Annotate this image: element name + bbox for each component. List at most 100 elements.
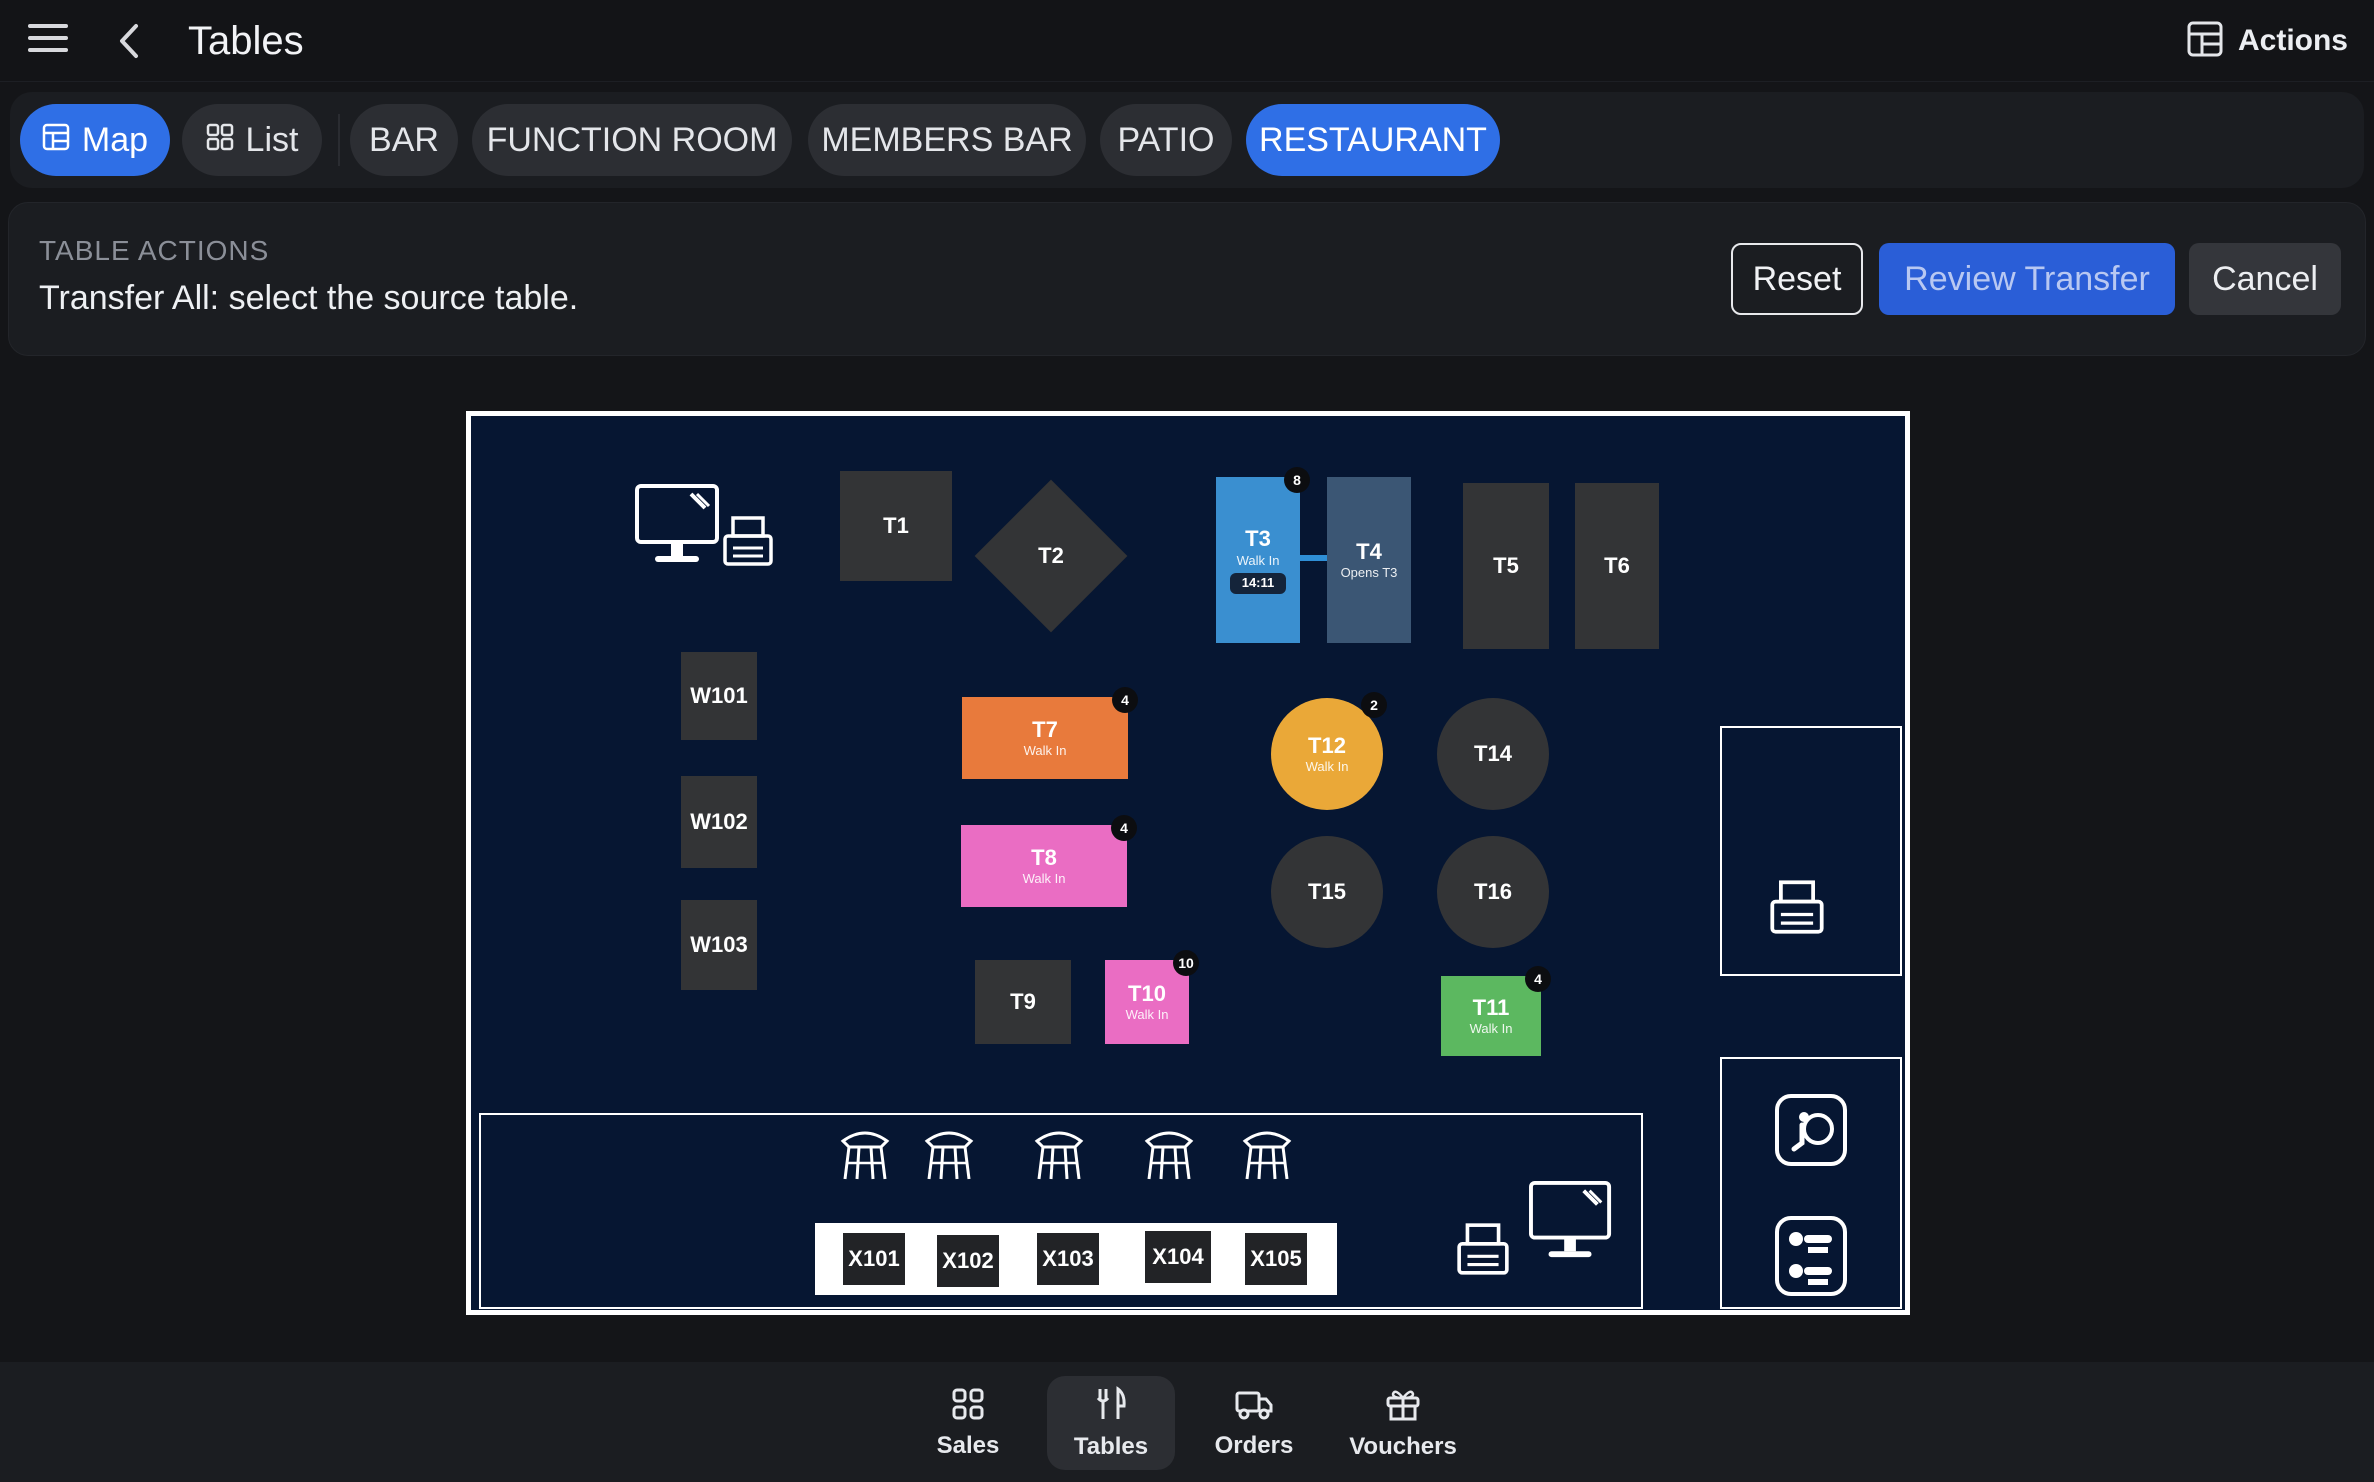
table-label: T14 [1474,741,1512,767]
area-tab-strip: Map List BAR FUNCTION ROOM MEMBERS BAR P… [10,92,2364,188]
table-W102[interactable]: W102 [681,776,757,868]
table-label: T15 [1308,879,1346,905]
table-actions-message: Transfer All: select the source table. [39,279,579,317]
table-link-connector [1300,555,1328,561]
table-label: W101 [690,683,748,709]
stool-icon [1141,1127,1197,1188]
nav-label: Sales [936,1431,1000,1459]
guest-count-badge: 8 [1284,467,1310,493]
table-T7[interactable]: T7 Walk In 4 [962,687,1138,779]
table-label: X101 [848,1246,900,1272]
cutlery-icon [1094,1385,1128,1427]
table-T1[interactable]: T1 [840,471,952,581]
table-X104[interactable]: X104 [1145,1231,1211,1283]
menu-icon[interactable] [28,24,68,58]
table-label: T1 [883,513,909,539]
table-label: T6 [1604,553,1630,579]
table-status: Walk In [1236,552,1280,568]
nav-sales[interactable]: Sales [904,1376,1032,1470]
printer-icon [1768,878,1826,941]
tab-restaurant[interactable]: RESTAURANT [1246,104,1500,176]
tab-function-room[interactable]: FUNCTION ROOM [472,104,792,176]
table-T15[interactable]: T15 [1271,836,1383,948]
map-icon [42,121,70,160]
table-T3[interactable]: T3 Walk In 14:11 8 [1216,467,1310,643]
delivery-truck-icon [1234,1387,1274,1426]
table-X105[interactable]: X105 [1245,1233,1307,1285]
table-label: T4 [1356,538,1382,564]
tab-members-bar[interactable]: MEMBERS BAR [808,104,1086,176]
table-label: T2 [1038,543,1064,568]
table-T10[interactable]: T10 Walk In 10 [1105,950,1199,1044]
tab-map[interactable]: Map [20,104,170,176]
table-T6[interactable]: T6 [1575,483,1659,649]
accessibility-icon [1774,1093,1848,1172]
restroom-icon [1774,1215,1848,1302]
table-X103[interactable]: X103 [1037,1233,1099,1285]
guest-count-badge: 2 [1361,692,1387,718]
table-W103[interactable]: W103 [681,900,757,990]
table-label: T8 [1031,844,1057,870]
table-T4[interactable]: T4 Opens T3 [1327,477,1411,643]
service-zone [1720,726,1902,976]
tab-bar[interactable]: BAR [350,104,458,176]
table-T5[interactable]: T5 [1463,483,1549,649]
printer-icon [1455,1221,1511,1282]
bar-zone: X101 X102 X103 X104 X105 [479,1113,1643,1309]
table-T12[interactable]: T12 Walk In 2 [1271,692,1387,810]
nav-tables[interactable]: Tables [1047,1376,1175,1470]
guest-count-badge: 4 [1525,966,1551,992]
table-label: T9 [1010,989,1036,1015]
grid-icon [206,121,234,160]
table-X102[interactable]: X102 [937,1235,999,1287]
table-label: X103 [1042,1246,1094,1272]
computer-icon [633,482,725,573]
table-label: X105 [1250,1246,1302,1272]
bottom-navigation: Sales Tables Orders Vouchers [0,1362,2374,1482]
nav-orders[interactable]: Orders [1190,1376,1318,1470]
reset-button[interactable]: Reset [1731,243,1863,315]
cancel-button[interactable]: Cancel [2189,243,2341,315]
tab-list[interactable]: List [182,104,322,176]
tab-patio[interactable]: PATIO [1100,104,1232,176]
guest-count-badge: 4 [1112,687,1138,713]
nav-vouchers[interactable]: Vouchers [1338,1376,1468,1470]
layout-icon [2186,20,2224,63]
tab-divider [338,114,340,166]
table-status: Walk In [1125,1007,1169,1023]
table-status: Walk In [1022,871,1066,887]
table-label: T12 [1308,732,1346,758]
table-status: Walk In [1023,743,1067,759]
table-T14[interactable]: T14 [1437,698,1549,810]
stool-icon [921,1127,977,1188]
actions-label: Actions [2237,24,2348,57]
table-X101[interactable]: X101 [843,1233,905,1285]
review-transfer-button[interactable]: Review Transfer [1879,243,2175,315]
nav-label: Vouchers [1349,1432,1457,1460]
table-label: T10 [1128,980,1166,1006]
table-status: Walk In [1469,1021,1513,1037]
actions-button[interactable]: Actions [2186,18,2348,64]
table-T16[interactable]: T16 [1437,836,1549,948]
table-W101[interactable]: W101 [681,652,757,740]
back-chevron-icon[interactable] [112,20,148,62]
table-label: T7 [1032,716,1058,742]
bar-counter: X101 X102 X103 X104 X105 [815,1223,1337,1295]
table-T11[interactable]: T11 Walk In 4 [1441,966,1551,1056]
stool-icon [1031,1127,1087,1188]
top-bar: Tables Actions [0,0,2374,82]
grid-icon [951,1387,985,1426]
tab-map-label: Map [81,120,149,159]
table-T2[interactable]: T2 [974,479,1128,633]
table-actions-heading: TABLE ACTIONS [39,235,270,266]
table-label: T3 [1245,526,1271,552]
guest-count-badge: 4 [1111,815,1137,841]
nav-label: Orders [1214,1431,1294,1459]
table-label: X104 [1152,1244,1204,1270]
table-status: Walk In [1305,759,1349,775]
printer-icon [721,514,775,573]
table-T8[interactable]: T8 Walk In 4 [961,815,1137,907]
stool-icon [837,1127,893,1188]
table-T9[interactable]: T9 [975,960,1071,1044]
table-status: Opens T3 [1340,565,1398,581]
